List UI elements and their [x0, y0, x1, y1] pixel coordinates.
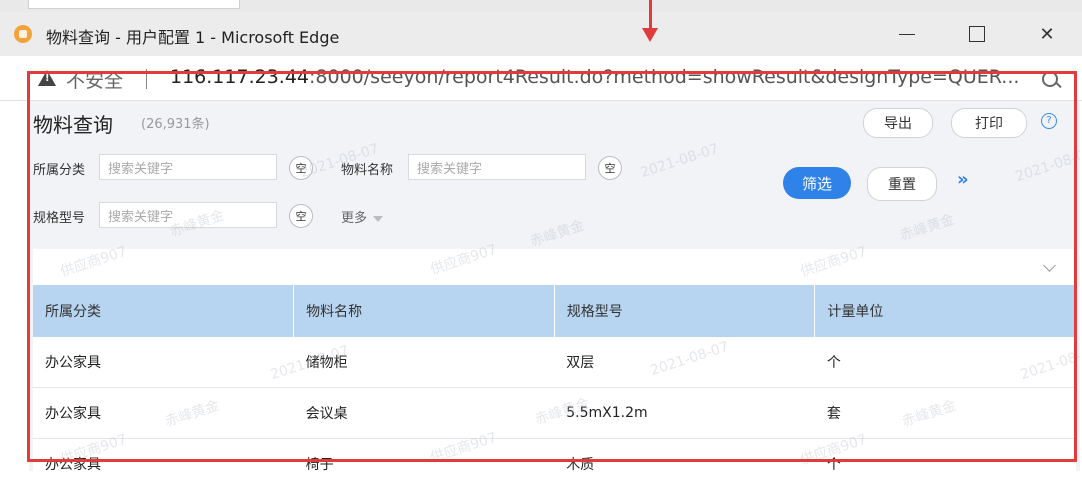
url-path: :8000/seeyon/report4Result.do?method=sho…	[309, 66, 1020, 88]
watermark-date: 2021-08-07	[1013, 144, 1080, 186]
background-tab	[28, 0, 240, 9]
watermark-company: 赤峰黄金	[898, 211, 957, 245]
name-clear-button[interactable]: 空	[598, 156, 622, 180]
reset-button[interactable]: 重置	[867, 167, 937, 201]
table-cell: 个	[814, 337, 1076, 388]
column-header[interactable]: 规格型号	[554, 285, 816, 337]
print-button[interactable]: 打印	[951, 108, 1027, 138]
record-count: (26,931条)	[141, 117, 210, 132]
filter-button[interactable]: 筛选	[783, 167, 851, 199]
more-label: 更多	[341, 211, 368, 226]
category-clear-button[interactable]: 空	[289, 156, 313, 180]
watermark-company: 赤峰黄金	[528, 217, 587, 251]
address-bar[interactable]: 不安全 116.117.23.44:8000/seeyon/report4Res…	[0, 56, 1082, 101]
warning-icon	[38, 70, 56, 86]
table-cell: 储物柜	[293, 337, 555, 388]
name-filter-label: 物料名称	[341, 163, 394, 178]
table-cell: 个	[814, 438, 1076, 471]
name-search-input[interactable]: 搜索关键字	[408, 154, 586, 180]
table-cell: 办公家具	[33, 438, 294, 471]
url-text[interactable]: 116.117.23.44:8000/seeyon/report4Result.…	[170, 66, 1020, 88]
column-header[interactable]: 计量单位	[814, 285, 1076, 337]
table-row[interactable]: 办公家具 会议桌 5.5mX1.2m 套	[33, 387, 1076, 439]
expand-filters-icon[interactable]: »	[957, 169, 969, 190]
chevron-down-icon[interactable]	[1043, 259, 1056, 272]
table-cell: 办公家具	[33, 387, 294, 439]
window-title: 物料查询 - 用户配置 1 - Microsoft Edge	[46, 28, 340, 47]
category-filter-label: 所属分类	[33, 163, 86, 178]
app-logo-icon	[14, 25, 32, 43]
url-host: 116.117.23.44	[170, 66, 310, 88]
highlight-arrow-icon	[642, 0, 658, 42]
spec-clear-button[interactable]: 空	[289, 204, 313, 228]
table-cell: 双层	[554, 337, 815, 388]
maximize-icon	[969, 26, 985, 42]
close-button[interactable]: ✕	[1024, 18, 1070, 50]
caret-down-icon	[373, 215, 384, 222]
materials-table: 所属分类 物料名称 规格型号 计量单位 办公家具 储物柜 双层 个 办公家具 会…	[33, 285, 1076, 471]
close-icon: ✕	[1039, 23, 1055, 45]
maximize-button[interactable]	[954, 18, 1000, 50]
page-title: 物料查询	[33, 113, 113, 137]
table-cell: 5.5mX1.2m	[554, 387, 815, 439]
export-button[interactable]: 导出	[863, 108, 933, 138]
browser-window: 物料查询 - 用户配置 1 - Microsoft Edge ✕ 不安全 116…	[0, 12, 1082, 483]
spec-filter-label: 规格型号	[33, 211, 86, 226]
table-row[interactable]: 办公家具 储物柜 双层 个	[33, 337, 1076, 388]
report-page: 物料查询 (26,931条) 导出 打印 ? 所属分类 搜索关键字 空 物料名称…	[29, 101, 1080, 471]
more-filters-toggle[interactable]: 更多	[341, 207, 384, 226]
address-divider	[146, 69, 147, 89]
table-row[interactable]: 办公家具 椅子 木质 个	[33, 438, 1076, 471]
category-search-input[interactable]: 搜索关键字	[99, 154, 277, 180]
table-cell: 套	[814, 387, 1076, 439]
table-cell: 椅子	[293, 438, 555, 471]
column-header[interactable]: 物料名称	[293, 285, 555, 337]
table-cell: 办公家具	[33, 337, 294, 388]
table-cell: 会议桌	[293, 387, 555, 439]
watermark-date: 2021-08-07	[638, 140, 721, 182]
help-icon[interactable]: ?	[1041, 113, 1057, 129]
search-icon[interactable]	[1042, 71, 1058, 87]
collapse-bar[interactable]	[33, 249, 1076, 285]
title-bar: 物料查询 - 用户配置 1 - Microsoft Edge ✕	[0, 12, 1082, 56]
minimize-icon	[899, 33, 915, 35]
minimize-button[interactable]	[884, 18, 930, 50]
security-label[interactable]: 不安全	[66, 66, 123, 93]
column-header[interactable]: 所属分类	[33, 285, 295, 337]
table-header-row: 所属分类 物料名称 规格型号 计量单位	[33, 285, 1076, 337]
spec-search-input[interactable]: 搜索关键字	[99, 202, 277, 228]
table-cell: 木质	[554, 438, 815, 471]
